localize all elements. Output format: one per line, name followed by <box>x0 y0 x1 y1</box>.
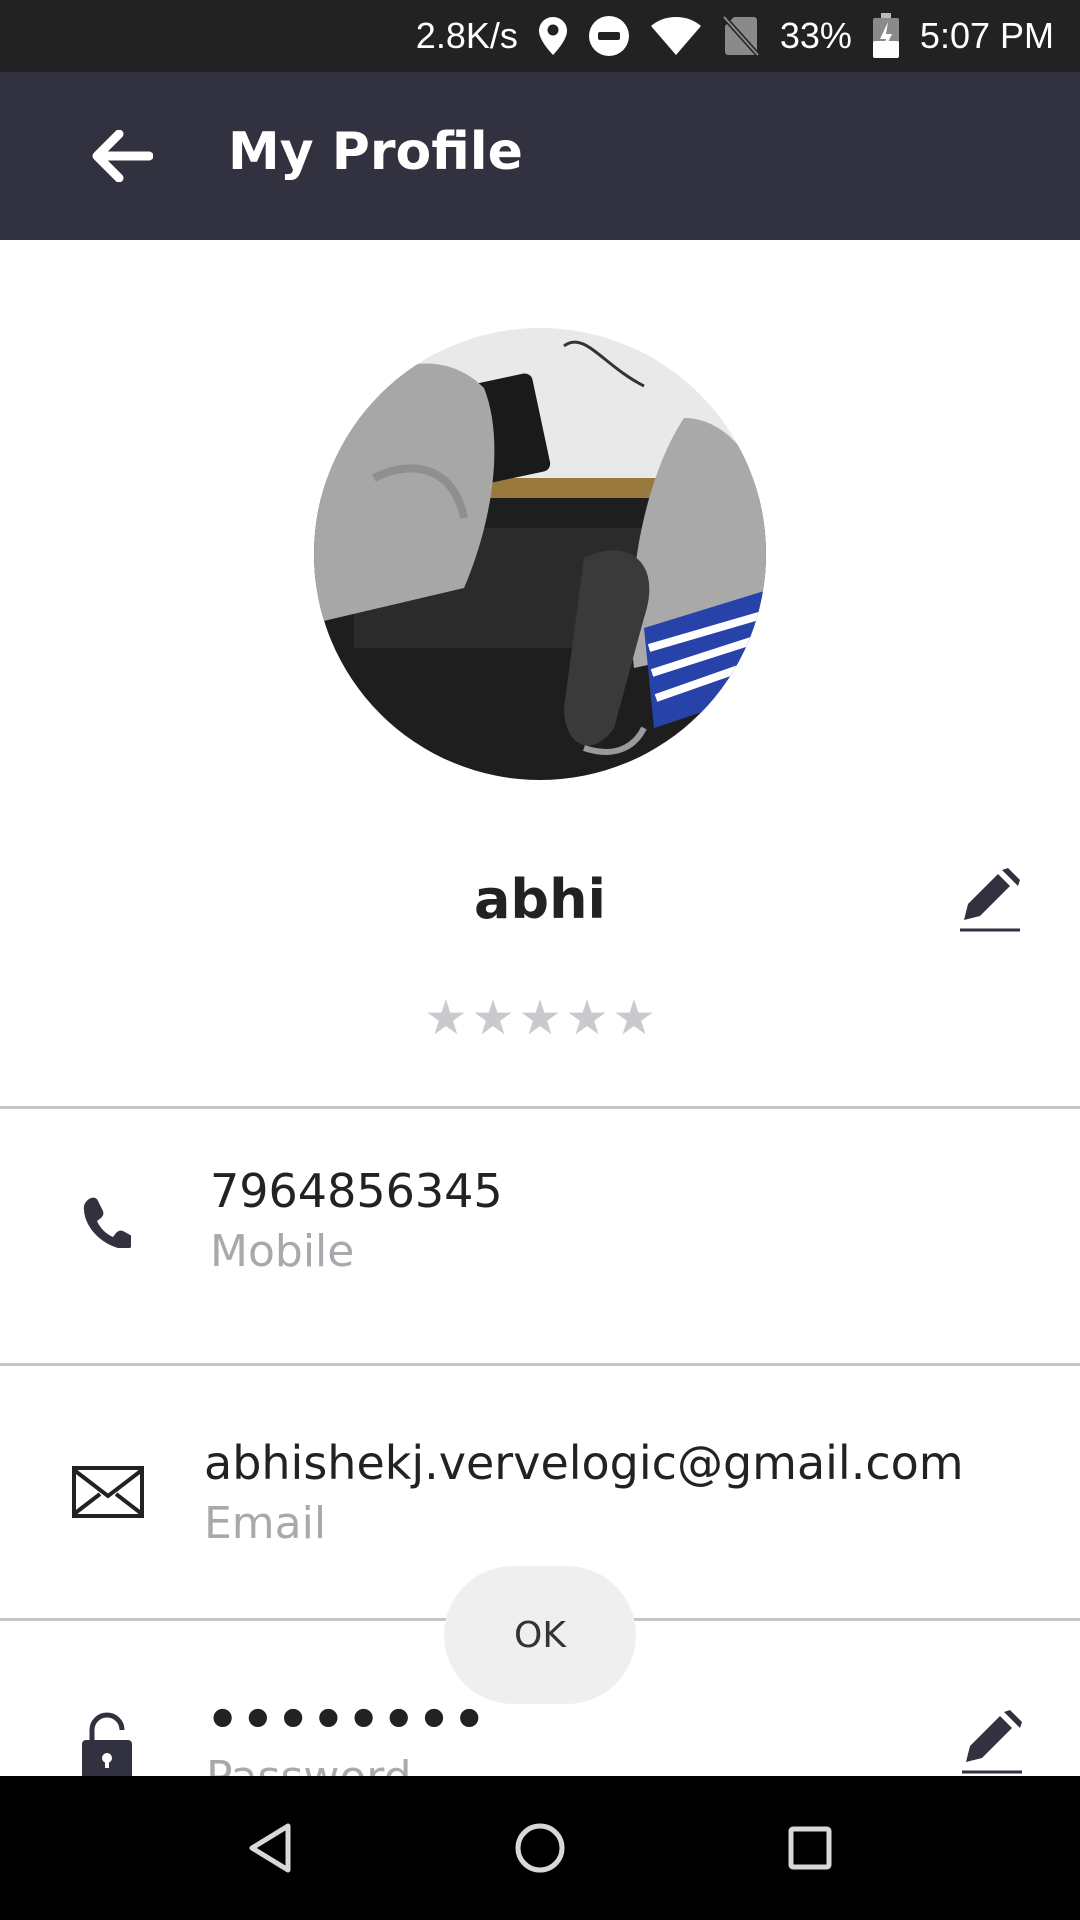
email-value: abhishekj.vervelogic@gmail.com <box>204 1436 964 1490</box>
phone-icon <box>76 1192 136 1252</box>
no-sim-icon <box>721 15 760 57</box>
star-icon: ★ <box>612 990 656 1046</box>
edit-password-button[interactable] <box>960 1710 1024 1776</box>
back-triangle-icon <box>249 1823 291 1873</box>
wifi-icon <box>650 16 702 56</box>
network-speed: 2.8K/s <box>415 15 518 56</box>
back-button[interactable] <box>82 118 162 194</box>
app-bar: My Profile <box>0 72 1080 240</box>
pencil-icon <box>962 1710 1022 1774</box>
email-label: Email <box>204 1498 327 1549</box>
divider <box>0 1363 1080 1366</box>
avatar[interactable] <box>314 328 766 780</box>
nav-home-button[interactable] <box>504 1812 576 1884</box>
star-icon: ★ <box>471 990 515 1046</box>
pencil-icon <box>960 868 1020 932</box>
star-icon: ★ <box>565 990 609 1046</box>
mail-icon <box>72 1466 144 1518</box>
mobile-value: 7964856345 <box>210 1164 503 1218</box>
star-icon: ★ <box>424 990 468 1046</box>
home-circle-icon <box>515 1823 565 1873</box>
clock: 5:07 PM <box>919 15 1054 56</box>
nav-back-button[interactable] <box>234 1812 306 1884</box>
recents-square-icon <box>788 1826 832 1870</box>
ok-button[interactable]: OK <box>444 1566 636 1704</box>
arrow-left-icon <box>92 130 153 182</box>
profile-photo <box>314 328 766 780</box>
battery-charging-icon <box>872 13 900 59</box>
navigation-bar <box>0 1776 1080 1920</box>
user-name: abhi <box>473 868 607 931</box>
lock-icon <box>80 1712 134 1782</box>
location-icon <box>538 16 568 56</box>
star-icon: ★ <box>518 990 562 1046</box>
status-bar: 2.8K/s 33% 5:07 PM <box>0 0 1080 72</box>
dnd-icon <box>588 15 630 57</box>
nav-recents-button[interactable] <box>774 1812 846 1884</box>
battery-percent: 33% <box>779 15 852 56</box>
edit-name-button[interactable] <box>958 866 1022 934</box>
divider <box>0 1106 1080 1109</box>
password-value: •••••••• <box>206 1690 488 1750</box>
mobile-label: Mobile <box>210 1226 355 1277</box>
status-icons: 2.8K/s 33% 5:07 PM <box>396 0 1054 72</box>
profile-screen: 2.8K/s 33% 5:07 PM My Profile abhi ★ ★ ★… <box>0 0 1080 1920</box>
page-title: My Profile <box>228 122 523 182</box>
rating-stars: ★ ★ ★ ★ ★ <box>0 990 1080 1046</box>
